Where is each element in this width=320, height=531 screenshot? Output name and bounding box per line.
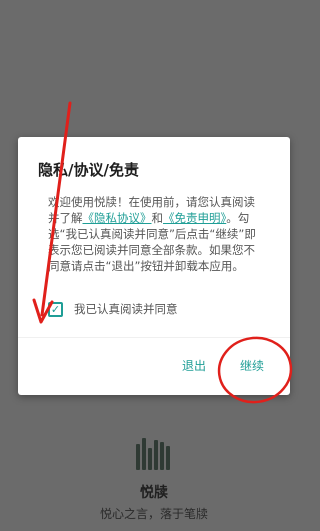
app-logo-icon [136,436,170,470]
check-icon: ✓ [50,302,61,316]
app-slogan: 悦心之言，落于笔牍 [99,507,208,521]
agree-label[interactable]: 我已认真阅读并同意 [74,301,178,317]
divider [18,337,290,338]
agree-checkbox[interactable]: ✓ [48,301,63,317]
dialog-title: 隐私/协议/免责 [38,161,139,179]
agree-row[interactable]: ✓ 我已认真阅读并同意 [48,300,178,318]
disclaimer-link[interactable]: 《免责申明》 [163,211,226,225]
continue-button[interactable]: 继续 [240,357,264,374]
privacy-policy-link[interactable]: 《隐私协议》 [83,211,152,225]
body-and: 和 [151,211,164,225]
privacy-dialog: 隐私/协议/免责 欢迎使用悦牍！在使用前，请您认真阅读并了解《隐私协议》和《免责… [18,137,290,395]
dialog-body: 欢迎使用悦牍！在使用前，请您认真阅读并了解《隐私协议》和《免责申明》。勾选“我已… [48,194,266,274]
exit-button[interactable]: 退出 [182,357,206,374]
app-name: 悦牍 [140,485,168,501]
